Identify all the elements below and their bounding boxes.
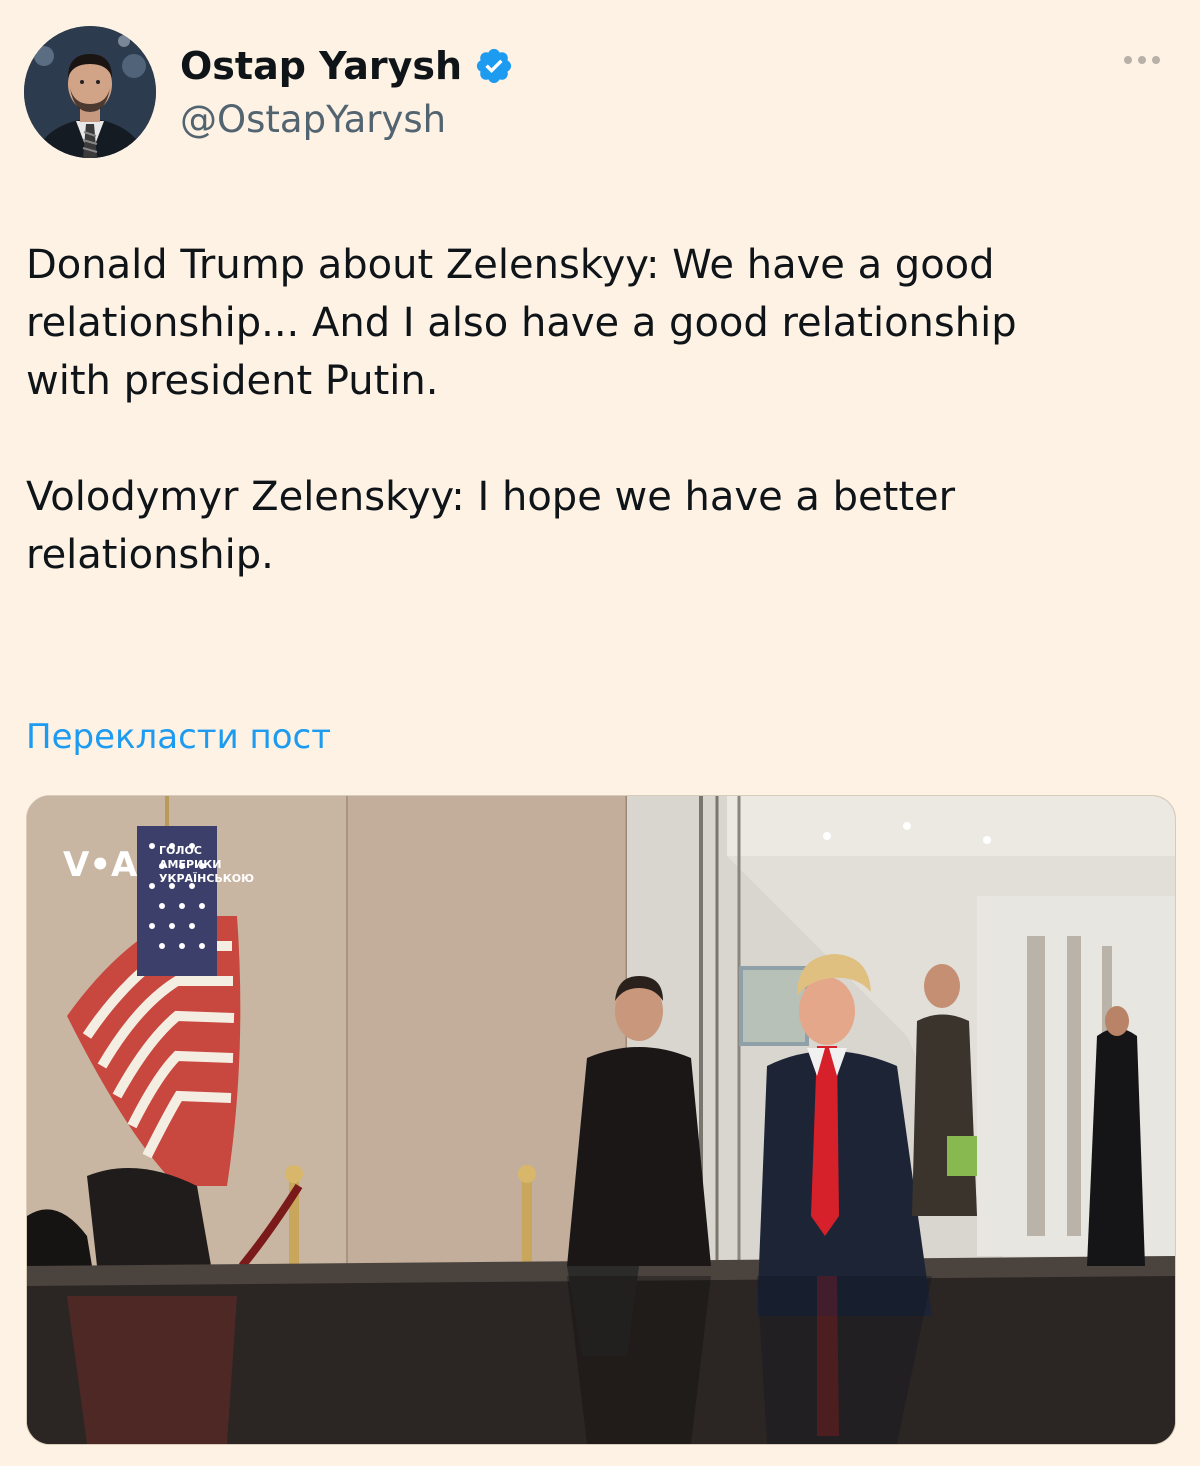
- translate-post-link[interactable]: Перекласти пост: [26, 717, 331, 757]
- display-name[interactable]: Ostap Yarysh: [180, 44, 462, 88]
- voa-logo: V•A: [63, 845, 138, 885]
- tweet-paragraph: Volodymyr Zelenskyy: I hope we have a be…: [26, 474, 956, 578]
- author-names: Ostap Yarysh @OstapYarysh: [180, 38, 514, 141]
- tweet-text: Donald Trump about Zelenskyy: We have a …: [26, 236, 1176, 584]
- display-name-row: Ostap Yarysh: [180, 38, 514, 94]
- voa-watermark-line: АМЕРИКИ: [159, 858, 221, 871]
- tweet-photo[interactable]: V•A ГОЛОС АМЕРИКИ УКРАЇНСЬКОЮ: [26, 795, 1176, 1445]
- verified-badge-icon: [474, 46, 514, 86]
- tweet: Ostap Yarysh @OstapYarysh Donald Trump a…: [0, 0, 1200, 1466]
- author-handle[interactable]: @OstapYarysh: [180, 98, 514, 141]
- voa-watermark-line: УКРАЇНСЬКОЮ: [159, 871, 254, 885]
- tweet-paragraph: Donald Trump about Zelenskyy: We have a …: [26, 242, 1017, 404]
- voa-watermark-line: ГОЛОС: [159, 844, 202, 857]
- avatar[interactable]: [24, 26, 156, 158]
- tweet-header: Ostap Yarysh @OstapYarysh: [24, 26, 1174, 162]
- more-horizontal-icon[interactable]: [1118, 48, 1166, 72]
